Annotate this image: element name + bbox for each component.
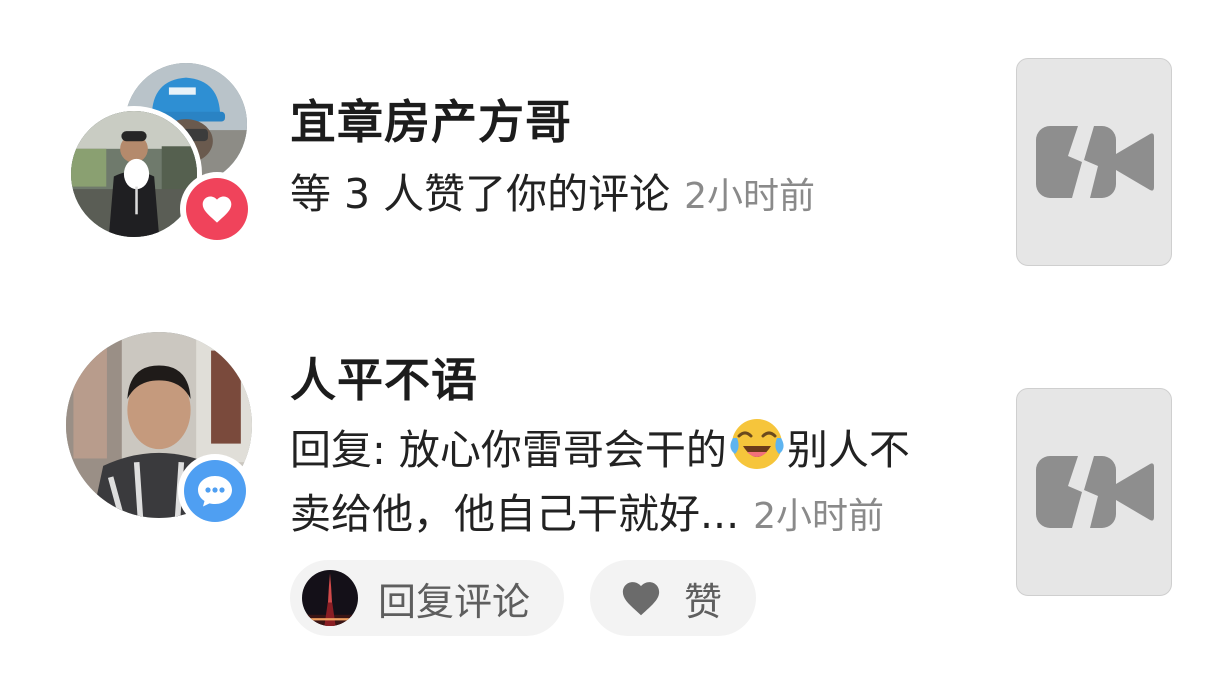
message-line: 回复: 放心你雷哥会干的 别人不: [290, 416, 910, 482]
notification-item[interactable]: 宜章房产方哥 等 3 人赞了你的评论 2小时前: [0, 0, 1224, 290]
notification-message[interactable]: 等 3 人赞了你的评论 2小时前: [290, 162, 815, 229]
avatar-group[interactable]: [66, 58, 256, 258]
timestamp: 2小时前: [753, 496, 885, 537]
message-text: 别人不: [786, 426, 910, 474]
video-thumbnail[interactable]: [1016, 388, 1172, 596]
reply-comment-label: 回复评论: [378, 579, 531, 624]
like-badge: [180, 172, 254, 246]
message-text: 卖给他，他自己干就好...: [290, 490, 740, 538]
like-button[interactable]: 赞: [590, 560, 756, 636]
message-text: 回复: 放心你雷哥会干的: [290, 426, 727, 474]
message-text: 等 3 人赞了你的评论: [290, 170, 671, 218]
heart-icon: [202, 196, 232, 223]
username[interactable]: 人平不语: [290, 344, 478, 410]
comment-badge: [178, 454, 252, 528]
avatar-group[interactable]: [66, 332, 256, 532]
heart-icon: [622, 582, 660, 616]
video-thumbnail[interactable]: [1016, 58, 1172, 266]
username[interactable]: 宜章房产方哥: [290, 86, 572, 152]
video-unavailable-icon: [1036, 456, 1154, 528]
reply-comment-button[interactable]: 回复评论: [290, 560, 564, 636]
notification-item[interactable]: 人平不语 回复: 放心你雷哥会干的 别人不 卖给他，他自己干就好... 2小时前: [0, 320, 1224, 676]
reply-message[interactable]: 回复: 放心你雷哥会干的 别人不 卖给他，他自己干就好... 2小时前: [290, 416, 910, 549]
video-unavailable-icon: [1036, 126, 1154, 198]
avatar: [302, 570, 358, 626]
timestamp: 2小时前: [684, 176, 816, 217]
like-label: 赞: [684, 579, 723, 624]
notification-feed: 宜章房产方哥 等 3 人赞了你的评论 2小时前 人平不语 回复: 放心你雷哥会干…: [0, 0, 1224, 676]
chat-bubble-icon: [198, 476, 232, 507]
action-bar: 回复评论 赞: [290, 560, 756, 636]
face-with-tears-of-joy-emoji: [730, 419, 784, 469]
message-line: 卖给他，他自己干就好... 2小时前: [290, 482, 910, 549]
